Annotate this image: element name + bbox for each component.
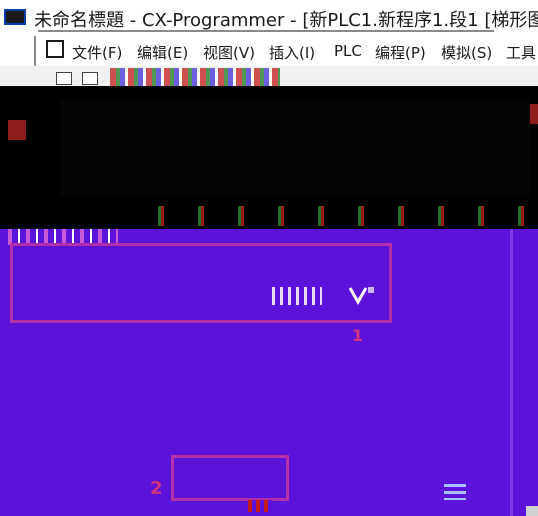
- menu-view[interactable]: 视图(V): [203, 42, 255, 63]
- menu-separator: [34, 36, 36, 66]
- toolbar-icons-strip[interactable]: [110, 68, 280, 86]
- app-icon[interactable]: [4, 9, 26, 25]
- scroll-artifact: [444, 484, 466, 500]
- corrupted-artifact: [248, 500, 272, 512]
- corrupted-artifact: [8, 120, 26, 140]
- window-title: 未命名標題 - CX-Programmer - [新PLC1.新程序1.段1 […: [34, 10, 538, 31]
- menu-simulate[interactable]: 模拟(S): [441, 42, 492, 63]
- coil-icon[interactable]: [346, 285, 376, 305]
- menu-program[interactable]: 编程(P): [375, 42, 426, 63]
- contact-icons[interactable]: [272, 287, 322, 305]
- open-folder-icon[interactable]: [82, 72, 98, 85]
- instruction-highlight-box[interactable]: [171, 455, 289, 501]
- annotation-label-2: 2: [150, 478, 163, 499]
- annotation-label-1: 1: [352, 326, 364, 345]
- corrupted-panel: [60, 100, 530, 196]
- new-file-icon[interactable]: [56, 72, 72, 85]
- canvas-right-edge: [510, 229, 513, 516]
- menu-tools[interactable]: 工具: [506, 42, 536, 63]
- menu-edit[interactable]: 编辑(E): [137, 42, 188, 63]
- menu-plc[interactable]: PLC: [334, 42, 362, 60]
- title-divider: [38, 30, 494, 32]
- menu-insert[interactable]: 插入(I): [269, 42, 315, 63]
- document-icon[interactable]: [46, 40, 64, 58]
- corrupted-toolbar-strip: [150, 206, 538, 226]
- resize-grip-icon[interactable]: [526, 506, 538, 516]
- rung-highlight-box[interactable]: [10, 243, 392, 323]
- menu-file[interactable]: 文件(F): [72, 42, 122, 63]
